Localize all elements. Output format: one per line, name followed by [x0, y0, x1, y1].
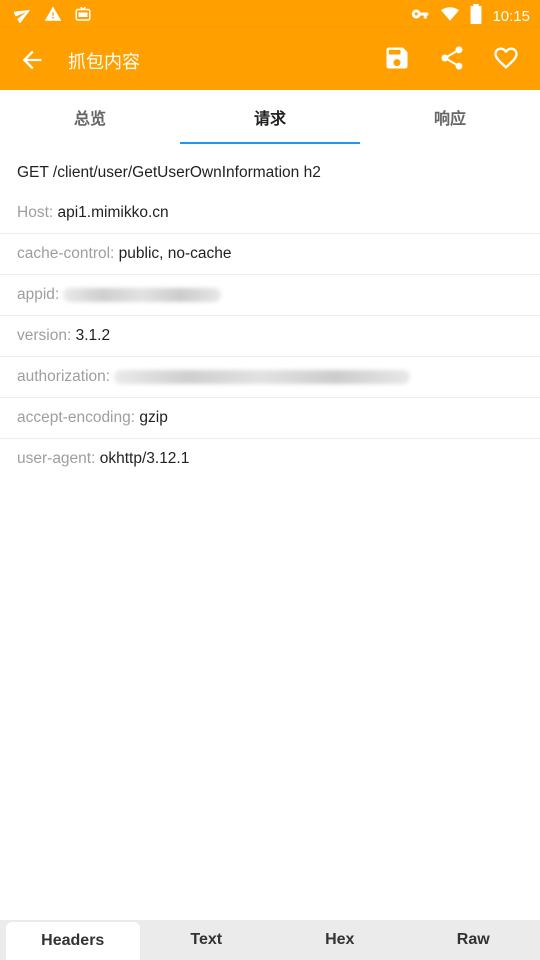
- save-button[interactable]: [383, 44, 411, 72]
- tab-bar: 总览 请求 响应: [0, 90, 540, 144]
- bottom-tab-raw[interactable]: Raw: [407, 920, 540, 960]
- header-row-appid: appid:: [0, 275, 540, 316]
- header-key: Host: [17, 204, 49, 221]
- clock: 10:15: [492, 8, 530, 25]
- header-key: accept-encoding: [17, 409, 131, 426]
- bottom-tab-headers[interactable]: Headers: [6, 922, 140, 960]
- header-row-host: Host: api1.mimikko.cn: [0, 193, 540, 234]
- bottom-tab-text[interactable]: Text: [140, 920, 274, 960]
- header-key: appid: [17, 286, 55, 303]
- header-value: okhttp/3.12.1: [99, 450, 190, 467]
- share-icon: [441, 46, 463, 70]
- redacted-value: [63, 288, 222, 302]
- header-key: authorization: [17, 368, 106, 385]
- header-key: user-agent: [17, 450, 92, 467]
- warning-icon: [44, 5, 62, 28]
- favorite-button[interactable]: [492, 44, 520, 72]
- header-row-accept-encoding: accept-encoding: gzip: [0, 398, 540, 439]
- request-line: GET /client/user/GetUserOwnInformation h…: [17, 164, 321, 181]
- save-icon: [386, 47, 408, 69]
- bottom-tab-hex[interactable]: Hex: [273, 920, 407, 960]
- status-bar: 10:15: [0, 0, 540, 28]
- tab-overview[interactable]: 总览: [0, 90, 180, 144]
- header-value: api1.mimikko.cn: [57, 204, 169, 221]
- header-row-user-agent: user-agent: okhttp/3.12.1: [17, 450, 190, 467]
- game-icon: [74, 5, 92, 28]
- vpn-key-icon: [410, 5, 430, 28]
- header-value: gzip: [139, 409, 168, 426]
- share-button[interactable]: [438, 44, 466, 72]
- header-key: version: [17, 327, 67, 344]
- back-button[interactable]: [18, 46, 46, 74]
- send-notification-icon: [13, 5, 32, 28]
- page-title: 抓包内容: [68, 52, 140, 72]
- header-row-cache-control: cache-control: public, no-cache: [0, 234, 540, 275]
- header-row-version: version: 3.1.2: [0, 316, 540, 357]
- wifi-icon: [440, 5, 460, 28]
- battery-icon: [470, 4, 482, 29]
- header-value: 3.1.2: [75, 327, 111, 344]
- header-key: cache-control: [17, 245, 111, 262]
- redacted-value: [114, 370, 411, 384]
- header-row-authorization: authorization:: [0, 357, 540, 398]
- arrow-back-icon: [22, 50, 42, 70]
- header-value: public, no-cache: [118, 245, 232, 262]
- header-list: Host: api1.mimikko.cn cache-control: pub…: [0, 193, 540, 479]
- heart-outline-icon: [494, 47, 518, 69]
- tab-response[interactable]: 响应: [360, 90, 540, 144]
- tab-request[interactable]: 请求: [180, 90, 360, 144]
- bottom-tab-bar: Headers Text Hex Raw: [0, 920, 540, 960]
- app-bar: 抓包内容: [0, 28, 540, 90]
